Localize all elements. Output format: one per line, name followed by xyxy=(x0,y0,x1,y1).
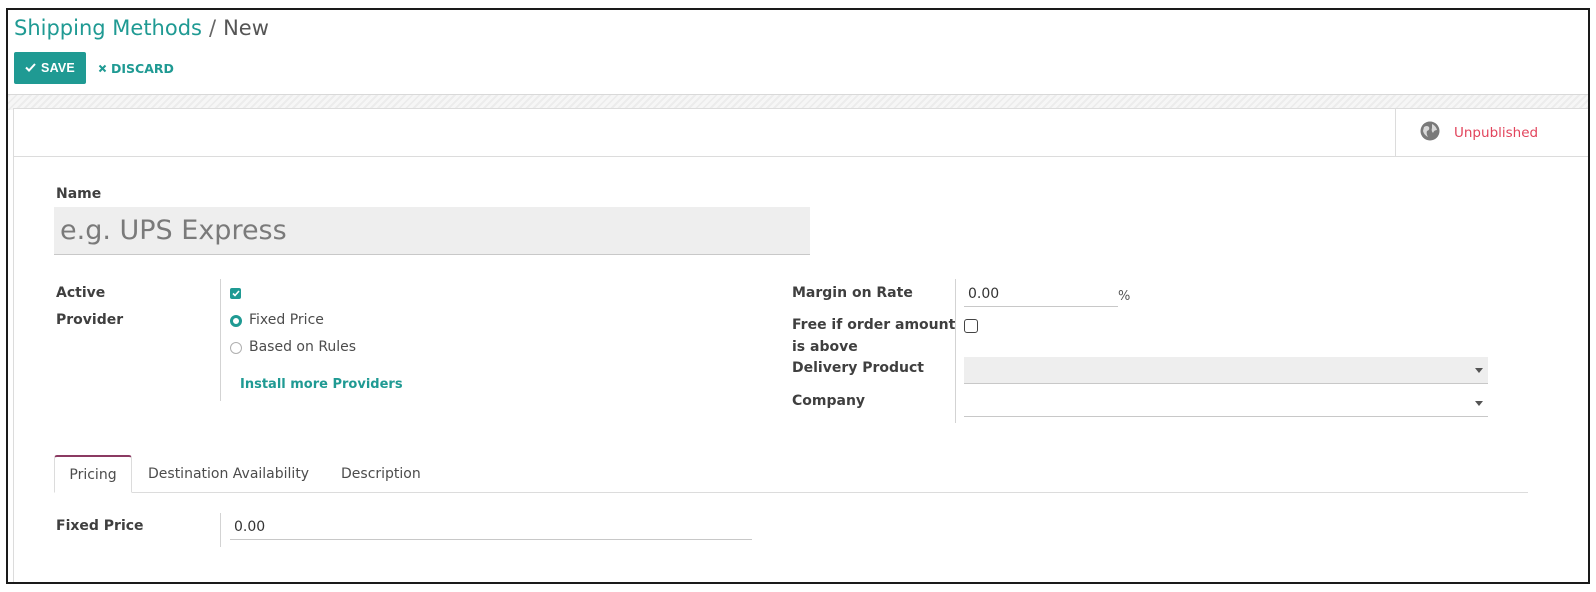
check-icon xyxy=(25,61,36,75)
breadcrumb-current: New xyxy=(223,16,269,40)
save-button[interactable]: SAVE xyxy=(14,52,86,84)
pricing-separator xyxy=(220,513,221,547)
publish-toggle-button[interactable]: Unpublished xyxy=(1395,109,1588,157)
provider-option-fixed-price[interactable]: Fixed Price xyxy=(249,312,324,328)
tab-description-label: Description xyxy=(341,466,421,482)
free-if-above-label-line1: Free if order amount xyxy=(792,317,956,333)
tab-destination-availability-label: Destination Availability xyxy=(148,466,310,482)
active-checkbox[interactable] xyxy=(230,288,241,299)
provider-option-based-on-rules[interactable]: Based on Rules xyxy=(249,339,356,355)
breadcrumb: Shipping Methods / New xyxy=(14,16,269,40)
discard-button[interactable]: DISCARD xyxy=(98,52,174,84)
button-box: Unpublished xyxy=(14,109,1588,157)
right-group-separator xyxy=(955,279,956,423)
save-button-label: SAVE xyxy=(41,61,75,75)
close-icon xyxy=(98,61,107,76)
tab-destination-availability[interactable]: Destination Availability xyxy=(134,455,323,493)
discard-button-label: DISCARD xyxy=(111,60,174,76)
breadcrumb-separator: / xyxy=(209,16,217,40)
left-group-separator xyxy=(220,279,221,401)
publish-status: Unpublished xyxy=(1454,125,1539,141)
tab-pricing-label: Pricing xyxy=(69,466,117,483)
form-sheet: Unpublished Name Active Provider Fixed P… xyxy=(13,108,1588,582)
delivery-product-select[interactable] xyxy=(964,357,1488,384)
fixed-price-label: Fixed Price xyxy=(56,518,144,534)
tab-pricing[interactable]: Pricing xyxy=(54,455,132,493)
chevron-down-icon xyxy=(1475,401,1483,406)
chevron-down-icon xyxy=(1475,368,1483,373)
active-label: Active xyxy=(56,285,106,301)
provider-radio-fixed-price[interactable] xyxy=(230,315,242,327)
install-providers-link[interactable]: Install more Providers xyxy=(240,377,403,392)
company-select[interactable] xyxy=(964,390,1488,417)
margin-percent-unit: % xyxy=(1118,289,1131,304)
margin-on-rate-input[interactable] xyxy=(964,281,1118,307)
form-window: Shipping Methods / New SAVE DISCARD Unpu… xyxy=(6,8,1590,584)
name-input[interactable] xyxy=(54,207,810,255)
provider-radio-based-on-rules[interactable] xyxy=(230,342,242,354)
free-if-above-checkbox[interactable] xyxy=(964,319,978,333)
delivery-product-label: Delivery Product xyxy=(792,360,925,376)
name-label: Name xyxy=(56,186,102,202)
free-if-above-label-line2: is above xyxy=(792,339,858,355)
breadcrumb-shipping-methods-link[interactable]: Shipping Methods xyxy=(14,16,202,40)
provider-label: Provider xyxy=(56,312,124,328)
company-label: Company xyxy=(792,393,866,409)
globe-icon xyxy=(1420,121,1440,145)
margin-on-rate-label: Margin on Rate xyxy=(792,285,913,301)
tab-description[interactable]: Description xyxy=(327,455,435,493)
fixed-price-input[interactable] xyxy=(230,514,752,540)
